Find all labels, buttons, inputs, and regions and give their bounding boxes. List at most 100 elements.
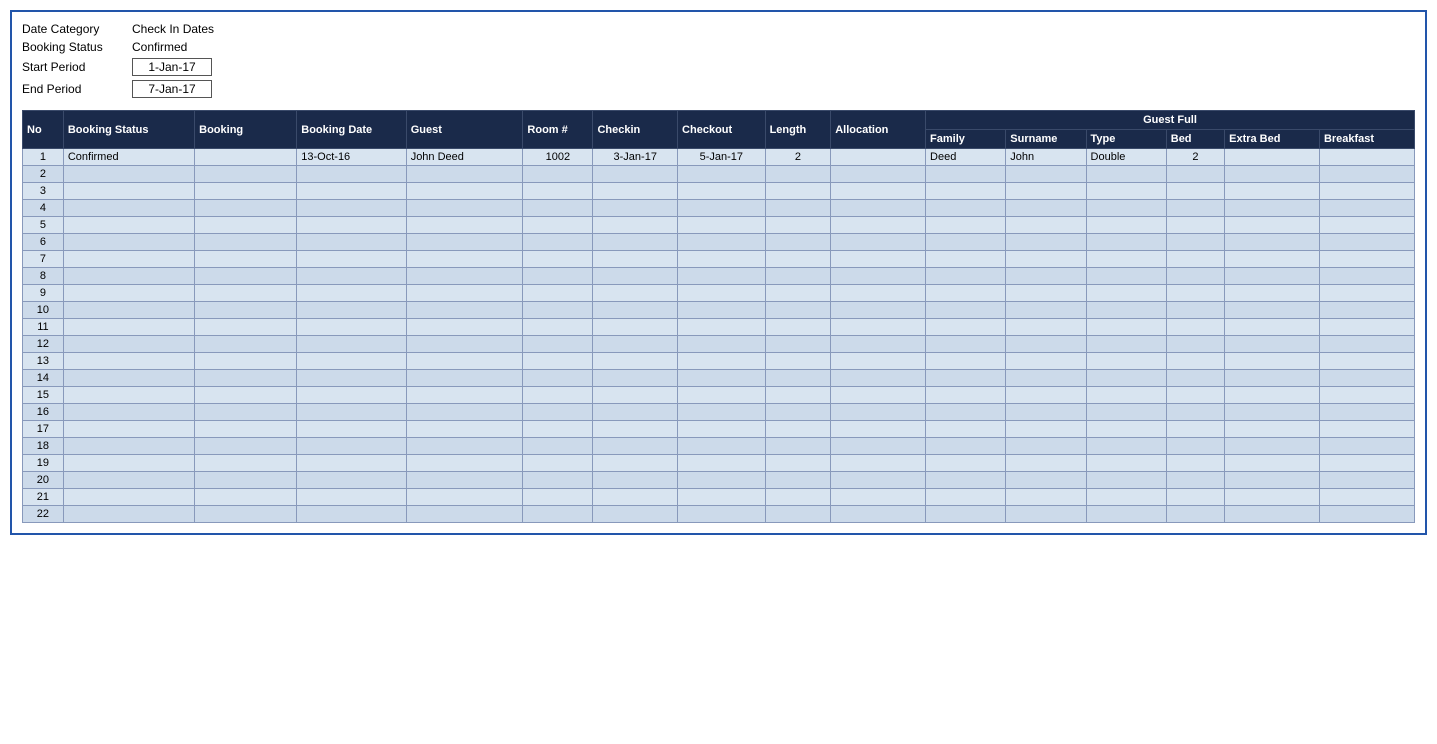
table-cell xyxy=(1225,319,1320,336)
table-cell xyxy=(297,183,406,200)
table-cell xyxy=(765,268,831,285)
table-cell xyxy=(1006,455,1086,472)
table-cell xyxy=(195,438,297,455)
table-row: 1Confirmed13-Oct-16John Deed10023-Jan-17… xyxy=(23,149,1415,166)
table-cell xyxy=(765,489,831,506)
booking-status-row: Booking Status Confirmed xyxy=(22,40,1415,54)
table-cell: 17 xyxy=(23,421,64,438)
table-cell xyxy=(1225,285,1320,302)
th-breakfast: Breakfast xyxy=(1319,130,1414,149)
table-cell xyxy=(678,421,766,438)
table-cell xyxy=(678,200,766,217)
table-cell xyxy=(195,166,297,183)
table-cell xyxy=(63,285,194,302)
table-cell xyxy=(63,302,194,319)
table-cell xyxy=(406,421,523,438)
table-cell xyxy=(1166,353,1224,370)
start-period-input[interactable] xyxy=(132,58,212,76)
table-cell xyxy=(523,319,593,336)
table-cell: 2 xyxy=(23,166,64,183)
th-bed: Bed xyxy=(1166,130,1224,149)
table-cell xyxy=(678,319,766,336)
table-cell xyxy=(63,166,194,183)
table-cell xyxy=(1006,472,1086,489)
th-booking-status: Booking Status xyxy=(63,111,194,149)
table-cell: 6 xyxy=(23,234,64,251)
table-cell xyxy=(926,302,1006,319)
table-row: 2 xyxy=(23,166,1415,183)
table-cell xyxy=(63,234,194,251)
table-cell xyxy=(1319,285,1414,302)
table-cell: 3 xyxy=(23,183,64,200)
table-cell xyxy=(1319,370,1414,387)
table-cell: 19 xyxy=(23,455,64,472)
table-cell xyxy=(297,353,406,370)
table-cell xyxy=(1319,251,1414,268)
table-cell xyxy=(1166,455,1224,472)
table-cell xyxy=(63,353,194,370)
table-cell xyxy=(523,455,593,472)
table-cell xyxy=(297,489,406,506)
table-cell xyxy=(926,200,1006,217)
table-cell xyxy=(1006,183,1086,200)
table-cell xyxy=(926,285,1006,302)
table-cell xyxy=(678,455,766,472)
table-cell xyxy=(523,268,593,285)
th-room: Room # xyxy=(523,111,593,149)
table-cell: John Deed xyxy=(406,149,523,166)
table-cell xyxy=(1225,404,1320,421)
table-row: 16 xyxy=(23,404,1415,421)
table-cell xyxy=(593,506,678,523)
table-cell xyxy=(406,370,523,387)
table-cell xyxy=(406,506,523,523)
table-cell xyxy=(926,421,1006,438)
table-cell: 2 xyxy=(765,149,831,166)
table-cell xyxy=(1225,166,1320,183)
table-cell xyxy=(523,251,593,268)
table-cell xyxy=(1166,166,1224,183)
table-cell xyxy=(195,387,297,404)
table-cell xyxy=(1086,506,1166,523)
table-cell xyxy=(297,166,406,183)
table-cell xyxy=(63,200,194,217)
table-cell xyxy=(926,387,1006,404)
table-cell xyxy=(678,370,766,387)
table-cell xyxy=(1319,268,1414,285)
th-guest-full: Guest Full xyxy=(926,111,1415,130)
table-cell xyxy=(678,166,766,183)
table-cell xyxy=(593,217,678,234)
table-cell xyxy=(406,183,523,200)
table-cell xyxy=(1006,302,1086,319)
table-cell xyxy=(195,370,297,387)
table-cell xyxy=(195,285,297,302)
table-cell xyxy=(765,183,831,200)
table-cell xyxy=(297,319,406,336)
table-cell xyxy=(195,506,297,523)
table-cell xyxy=(523,217,593,234)
table-row: 15 xyxy=(23,387,1415,404)
table-cell xyxy=(593,200,678,217)
end-period-input[interactable] xyxy=(132,80,212,98)
table-cell xyxy=(195,200,297,217)
table-cell xyxy=(831,455,926,472)
table-cell xyxy=(1086,387,1166,404)
table-cell xyxy=(593,251,678,268)
th-extra-bed: Extra Bed xyxy=(1225,130,1320,149)
table-cell: 2 xyxy=(1166,149,1224,166)
table-cell xyxy=(406,387,523,404)
table-cell xyxy=(678,489,766,506)
table-cell xyxy=(1225,217,1320,234)
table-row: 13 xyxy=(23,353,1415,370)
table-cell xyxy=(1086,319,1166,336)
table-cell xyxy=(1225,234,1320,251)
table-cell xyxy=(593,353,678,370)
table-cell xyxy=(765,438,831,455)
table-cell xyxy=(406,319,523,336)
table-cell xyxy=(1006,489,1086,506)
booking-status-value: Confirmed xyxy=(132,40,187,54)
table-cell xyxy=(1319,404,1414,421)
table-cell xyxy=(523,438,593,455)
table-cell xyxy=(297,234,406,251)
table-cell xyxy=(1166,285,1224,302)
table-cell xyxy=(765,166,831,183)
